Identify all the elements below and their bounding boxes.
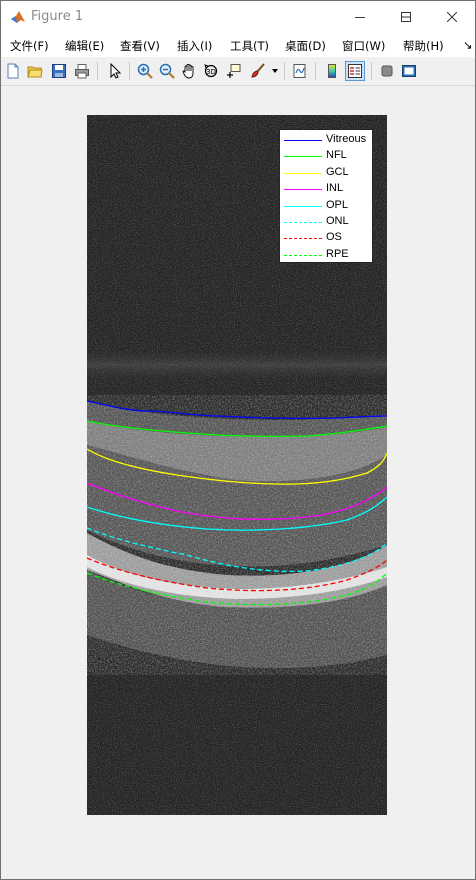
legend-entry[interactable]: NFL: [280, 148, 374, 164]
print-icon: [75, 64, 89, 79]
menu-view[interactable]: 查看(V): [120, 38, 160, 54]
window-title: Figure 1: [31, 9, 84, 24]
legend-button[interactable]: [345, 61, 365, 81]
legend-label: OS: [326, 231, 342, 244]
legend-line-swatch: [284, 172, 322, 174]
chevron-down-icon: [272, 69, 278, 73]
save-button[interactable]: [49, 61, 69, 81]
toolbar-separator: [97, 62, 98, 80]
legend-entry[interactable]: OS: [280, 230, 374, 246]
menu-help[interactable]: 帮助(H): [403, 38, 444, 54]
legend-label: RPE: [326, 247, 349, 260]
figure-toolbar: 3D: [1, 58, 475, 86]
legend-entry[interactable]: OPL: [280, 198, 374, 214]
hide-plot-tools-button[interactable]: [377, 61, 397, 81]
open-file-button[interactable]: [25, 61, 45, 81]
brush-button[interactable]: [248, 61, 268, 81]
menu-window[interactable]: 窗口(W): [342, 38, 385, 54]
legend-entry[interactable]: ONL: [280, 214, 374, 230]
legend-label: NFL: [326, 149, 347, 162]
legend-entry[interactable]: INL: [280, 181, 374, 197]
toolbar-separator: [315, 62, 316, 80]
legend-label: GCL: [326, 165, 349, 178]
legend-icon: [348, 64, 362, 78]
legend-line-swatch: [284, 189, 322, 191]
data-cursor-button[interactable]: [224, 61, 244, 81]
save-icon: [52, 64, 66, 78]
rotate-3d-icon: 3D: [204, 64, 218, 78]
rotate-3d-button[interactable]: 3D: [201, 61, 221, 81]
menu-edit[interactable]: 编辑(E): [65, 38, 104, 54]
brush-icon: [251, 63, 265, 78]
link-plot-button[interactable]: [290, 61, 310, 81]
brush-dropdown[interactable]: [269, 61, 281, 81]
artifact-band: [87, 351, 387, 379]
new-figure-icon: [7, 63, 19, 79]
legend-line-swatch: [284, 156, 322, 158]
zoom-out-icon: [159, 63, 175, 79]
menu-overflow-icon[interactable]: ↘: [463, 38, 473, 52]
legend-entry[interactable]: RPE: [280, 247, 374, 263]
legend-line-swatch: [284, 238, 322, 240]
menu-file[interactable]: 文件(F): [10, 38, 49, 54]
pointer-button[interactable]: [105, 61, 125, 81]
legend-label: INL: [326, 182, 344, 195]
title-bar[interactable]: Figure 1: [1, 1, 475, 32]
hide-plot-tools-icon: [381, 65, 393, 77]
zoom-in-icon: [137, 63, 153, 79]
open-file-icon: [27, 66, 43, 78]
link-plot-icon: [293, 64, 306, 78]
colorbar-button[interactable]: [322, 61, 342, 81]
pan-button[interactable]: [179, 61, 199, 81]
pan-hand-icon: [182, 64, 194, 79]
menu-desktop[interactable]: 桌面(D): [285, 38, 326, 54]
svg-text:3D: 3D: [206, 68, 216, 76]
toolbar-separator: [129, 62, 130, 80]
legend-line-swatch: [284, 222, 322, 223]
legend-line-swatch: [284, 205, 322, 207]
menu-bar: 文件(F) 编辑(E) 查看(V) 插入(I) 工具(T) 桌面(D) 窗口(W…: [1, 32, 475, 57]
legend-line-swatch: [284, 140, 322, 141]
menu-insert[interactable]: 插入(I): [177, 38, 212, 54]
pointer-icon: [110, 63, 122, 79]
new-figure-button[interactable]: [3, 61, 23, 81]
show-plot-tools-button[interactable]: [399, 61, 419, 81]
show-plot-tools-icon: [402, 65, 416, 77]
legend-entry[interactable]: Vitreous: [280, 132, 374, 148]
matlab-logo-icon: [11, 11, 25, 23]
legend-line-swatch: [284, 254, 322, 256]
legend-label: Vitreous: [326, 133, 367, 145]
zoom-out-button[interactable]: [157, 61, 177, 81]
data-cursor-icon: [227, 64, 241, 78]
tissue-speckle: [87, 395, 387, 675]
legend-label: OPL: [326, 198, 349, 211]
zoom-in-button[interactable]: [135, 61, 155, 81]
toolbar-separator: [284, 62, 285, 80]
plot-legend[interactable]: Vitreous NFL GCL INL OPL ONL OS RPE: [279, 129, 373, 263]
print-button[interactable]: [72, 61, 92, 81]
colorbar-icon: [328, 64, 336, 78]
legend-label: ONL: [326, 215, 349, 227]
legend-entry[interactable]: GCL: [280, 165, 374, 181]
menu-tools[interactable]: 工具(T): [230, 38, 269, 54]
toolbar-separator: [371, 62, 372, 80]
